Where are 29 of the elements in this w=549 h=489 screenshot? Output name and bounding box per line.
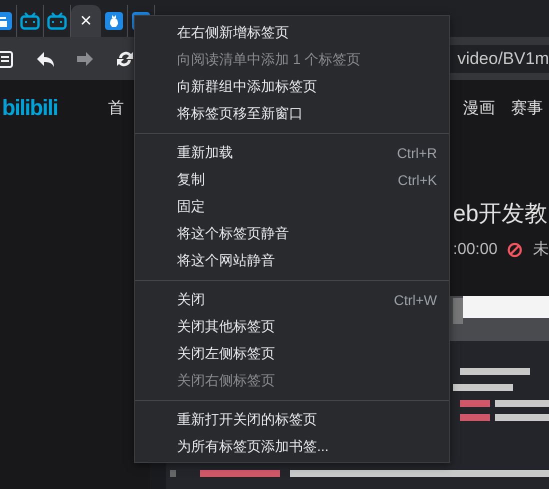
prohibited-icon <box>507 240 523 258</box>
menu-item[interactable]: 关闭左侧标签页 <box>135 340 449 367</box>
menu-item[interactable]: 将标签页移至新窗口 <box>135 100 449 127</box>
nav-link[interactable]: 赛事 <box>511 98 543 118</box>
page-icon[interactable] <box>0 48 15 68</box>
nav-link[interactable]: 漫画 <box>463 98 495 118</box>
site-logo[interactable]: bilibili <box>0 95 108 121</box>
bird-icon <box>105 12 123 30</box>
menu-item[interactable]: 关闭其他标签页 <box>135 313 449 340</box>
menu-item[interactable]: 重新加载 Ctrl+R <box>135 139 449 166</box>
menu-item[interactable]: 重新打开关闭的标签页 <box>135 406 449 433</box>
shortcut-label: Ctrl+W <box>394 292 437 308</box>
menu-item[interactable]: 为所有标签页添加书签... <box>135 433 449 460</box>
menu-item[interactable]: 在右侧新增标签页 <box>135 19 449 46</box>
publish-time: :00:00 <box>453 240 498 258</box>
video-title: eb开发教 <box>453 199 549 228</box>
menu-item[interactable]: 向新群组中添加标签页 <box>135 73 449 100</box>
nav-link[interactable]: 首 <box>108 98 124 118</box>
menu-item[interactable]: 将这个标签页静音 <box>135 220 449 247</box>
shortcut-label: Ctrl+K <box>398 172 437 188</box>
menu-item[interactable]: 复制 Ctrl+K <box>135 166 449 193</box>
tv-icon <box>47 12 67 30</box>
menu-item[interactable]: 关闭 Ctrl+W <box>135 286 449 313</box>
tv-icon <box>20 12 40 30</box>
close-button[interactable]: × <box>71 5 101 37</box>
status-text: 未 <box>533 240 549 260</box>
menu-item[interactable]: 固定 <box>135 193 449 220</box>
menu-item[interactable]: 将这个网站静音 <box>135 247 449 274</box>
shortcut-label: Ctrl+R <box>396 144 437 160</box>
